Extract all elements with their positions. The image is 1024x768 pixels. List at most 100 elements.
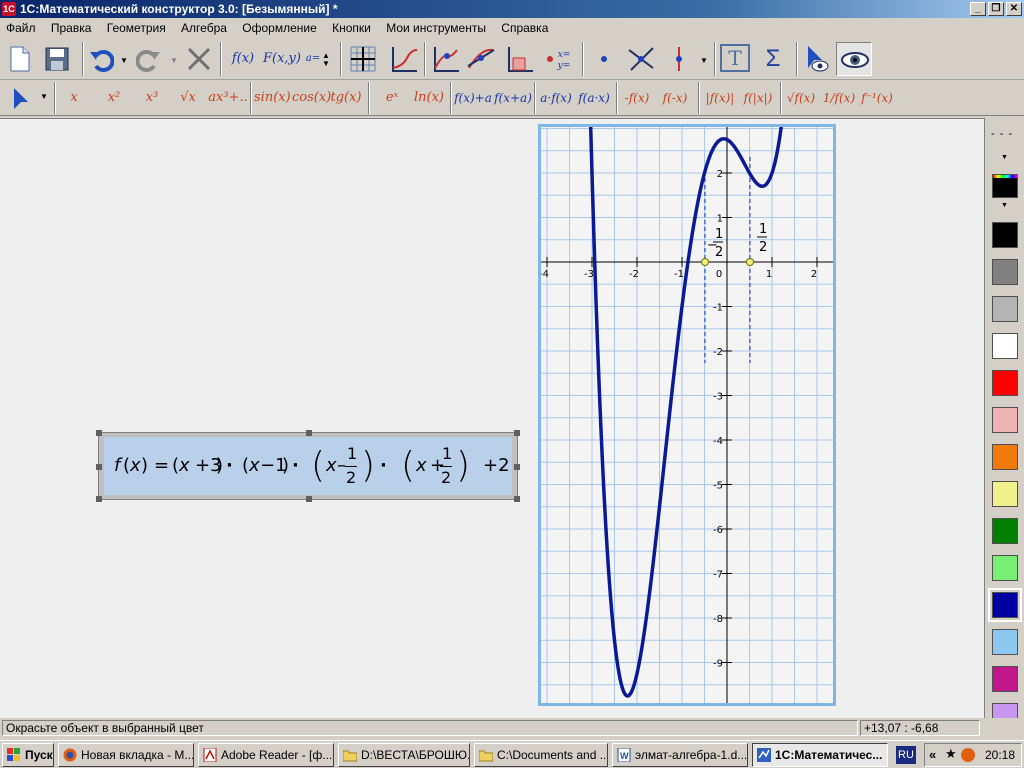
- redo-icon[interactable]: [136, 46, 162, 72]
- delete-icon[interactable]: [186, 46, 212, 72]
- color-swatch[interactable]: [992, 259, 1018, 285]
- fn-sqrt-button[interactable]: √x: [172, 82, 204, 114]
- menu-edit[interactable]: Правка: [45, 18, 98, 38]
- color-swatch[interactable]: [992, 444, 1018, 470]
- view-mode-button[interactable]: [836, 42, 872, 76]
- select-view-icon[interactable]: [802, 44, 832, 74]
- fn-shift-up-button[interactable]: f(x)+a: [454, 82, 492, 114]
- fn-sin-button[interactable]: sin(x): [254, 82, 291, 114]
- color-swatch[interactable]: [992, 481, 1018, 507]
- task-adobe-reader[interactable]: Adobe Reader - [ф...: [198, 743, 334, 767]
- maximize-button[interactable]: ❐: [988, 2, 1004, 16]
- fn-neg-x-button[interactable]: f(-x): [658, 82, 692, 114]
- save-icon[interactable]: [44, 46, 70, 72]
- point-on-axis-icon[interactable]: [664, 44, 694, 74]
- color-swatch[interactable]: [992, 555, 1018, 581]
- function-fx-button[interactable]: f(x): [228, 42, 258, 76]
- fn-sqrt-f-button[interactable]: √f(x): [784, 82, 818, 114]
- fn-cos-button[interactable]: cos(x): [292, 82, 331, 114]
- integral-area-icon[interactable]: [504, 44, 534, 74]
- task-word-document[interactable]: W элмат-алгебра-1.d...: [612, 743, 748, 767]
- menu-help[interactable]: Справка: [495, 18, 554, 38]
- select-arrow-icon[interactable]: [10, 86, 32, 110]
- menu-my-tools[interactable]: Мои инструменты: [380, 18, 492, 38]
- sum-tool-icon[interactable]: Σ: [758, 42, 788, 76]
- fn-ln-button[interactable]: ln(x): [412, 82, 446, 114]
- task-folder-vesta[interactable]: D:\ВЕСТА\БРОШЮ...: [338, 743, 470, 767]
- tray-star-icon[interactable]: ★: [945, 746, 957, 762]
- line-style-dropdown-icon[interactable]: ▼: [1001, 154, 1008, 161]
- menu-algebra[interactable]: Алгебра: [175, 18, 233, 38]
- fn-x-button[interactable]: x: [60, 82, 88, 114]
- function-fxy-button[interactable]: F(x,y): [262, 42, 302, 76]
- intersection-icon[interactable]: [626, 44, 656, 74]
- fn-inverse-button[interactable]: f⁻¹(x): [860, 82, 894, 114]
- menu-buttons[interactable]: Кнопки: [326, 18, 377, 38]
- grid-icon[interactable]: [348, 44, 378, 74]
- fn-abs-button[interactable]: |f(x)|: [702, 82, 738, 114]
- undo-icon[interactable]: [88, 46, 114, 72]
- function-curve[interactable]: [588, 123, 784, 698]
- redo-dropdown-icon[interactable]: ▼: [170, 56, 178, 65]
- line-style-selector[interactable]: - - -: [991, 128, 1013, 140]
- task-firefox[interactable]: Новая вкладка - M...: [58, 743, 194, 767]
- resize-handle[interactable]: [96, 464, 102, 470]
- point-on-graph-icon[interactable]: [430, 44, 460, 74]
- text-tool-icon[interactable]: T: [720, 44, 750, 72]
- color-dropdown-icon[interactable]: ▼: [1001, 202, 1008, 209]
- point-tools-dropdown-icon[interactable]: ▼: [700, 56, 708, 65]
- color-swatch[interactable]: [992, 333, 1018, 359]
- point-icon[interactable]: [590, 44, 620, 74]
- language-indicator[interactable]: RU: [896, 746, 916, 764]
- menu-format[interactable]: Оформление: [236, 18, 322, 38]
- marker-point-right[interactable]: [746, 258, 754, 266]
- parameter-button[interactable]: a=: [304, 42, 322, 76]
- formula-box[interactable]: f ( x ) = ( x +3 ) · ( x −1 ) · ( x – 1 …: [96, 430, 520, 502]
- start-button[interactable]: Пуск: [2, 743, 54, 767]
- fn-abs-x-button[interactable]: f(|x|): [740, 82, 776, 114]
- color-swatch[interactable]: [992, 518, 1018, 544]
- fn-reciprocal-button[interactable]: 1/f(x): [822, 82, 856, 114]
- task-math-constructor[interactable]: 1С:Математичес...: [752, 743, 888, 767]
- resize-handle[interactable]: [306, 430, 312, 436]
- drawing-canvas[interactable]: [0, 118, 984, 718]
- tray-app-icon[interactable]: [961, 748, 975, 762]
- tray-expand-icon[interactable]: «: [929, 747, 936, 762]
- color-swatch[interactable]: [992, 407, 1018, 433]
- parameter-spin-icon[interactable]: ▲ ▼: [322, 52, 330, 68]
- axes-icon[interactable]: [388, 44, 418, 74]
- fn-x3-button[interactable]: x³: [136, 82, 168, 114]
- resize-handle[interactable]: [96, 430, 102, 436]
- color-swatch[interactable]: [988, 588, 1022, 622]
- undo-dropdown-icon[interactable]: ▼: [120, 56, 128, 65]
- menu-geometry[interactable]: Геометрия: [101, 18, 172, 38]
- resize-handle[interactable]: [514, 496, 520, 502]
- marker-point-left[interactable]: [701, 258, 709, 266]
- graph-panel[interactable]: -4 -3 -2 -1 0 1 2 2 1 -1 -2 -3 -4 -5 -6 …: [524, 123, 840, 708]
- fn-tg-button[interactable]: tg(x): [330, 82, 362, 114]
- fn-x2-button[interactable]: x²: [98, 82, 130, 114]
- tangent-icon[interactable]: [466, 44, 496, 74]
- fn-exp-button[interactable]: eˣ: [376, 82, 408, 114]
- fn-shift-left-button[interactable]: f(x+a): [494, 82, 532, 114]
- fn-neg-y-button[interactable]: -f(x): [620, 82, 654, 114]
- color-swatch[interactable]: [992, 296, 1018, 322]
- color-swatch[interactable]: [992, 222, 1018, 248]
- resize-handle[interactable]: [96, 496, 102, 502]
- fn-poly-button[interactable]: ax³+..: [208, 82, 248, 114]
- color-swatch[interactable]: [992, 370, 1018, 396]
- menu-file[interactable]: Файл: [0, 18, 42, 38]
- fn-scale-y-button[interactable]: a·f(x): [538, 82, 574, 114]
- resize-handle[interactable]: [514, 464, 520, 470]
- fn-scale-x-button[interactable]: f(a·x): [576, 82, 612, 114]
- current-color-swatch[interactable]: [992, 174, 1018, 198]
- new-file-icon[interactable]: [8, 46, 32, 72]
- minimize-button[interactable]: _: [970, 2, 986, 16]
- resize-handle[interactable]: [306, 496, 312, 502]
- color-swatch[interactable]: [992, 629, 1018, 655]
- close-button[interactable]: ✕: [1006, 2, 1022, 16]
- select-dropdown-icon[interactable]: ▼: [40, 92, 48, 101]
- resize-handle[interactable]: [514, 430, 520, 436]
- color-swatch[interactable]: [992, 666, 1018, 692]
- task-folder-documents[interactable]: C:\Documents and ...: [474, 743, 608, 767]
